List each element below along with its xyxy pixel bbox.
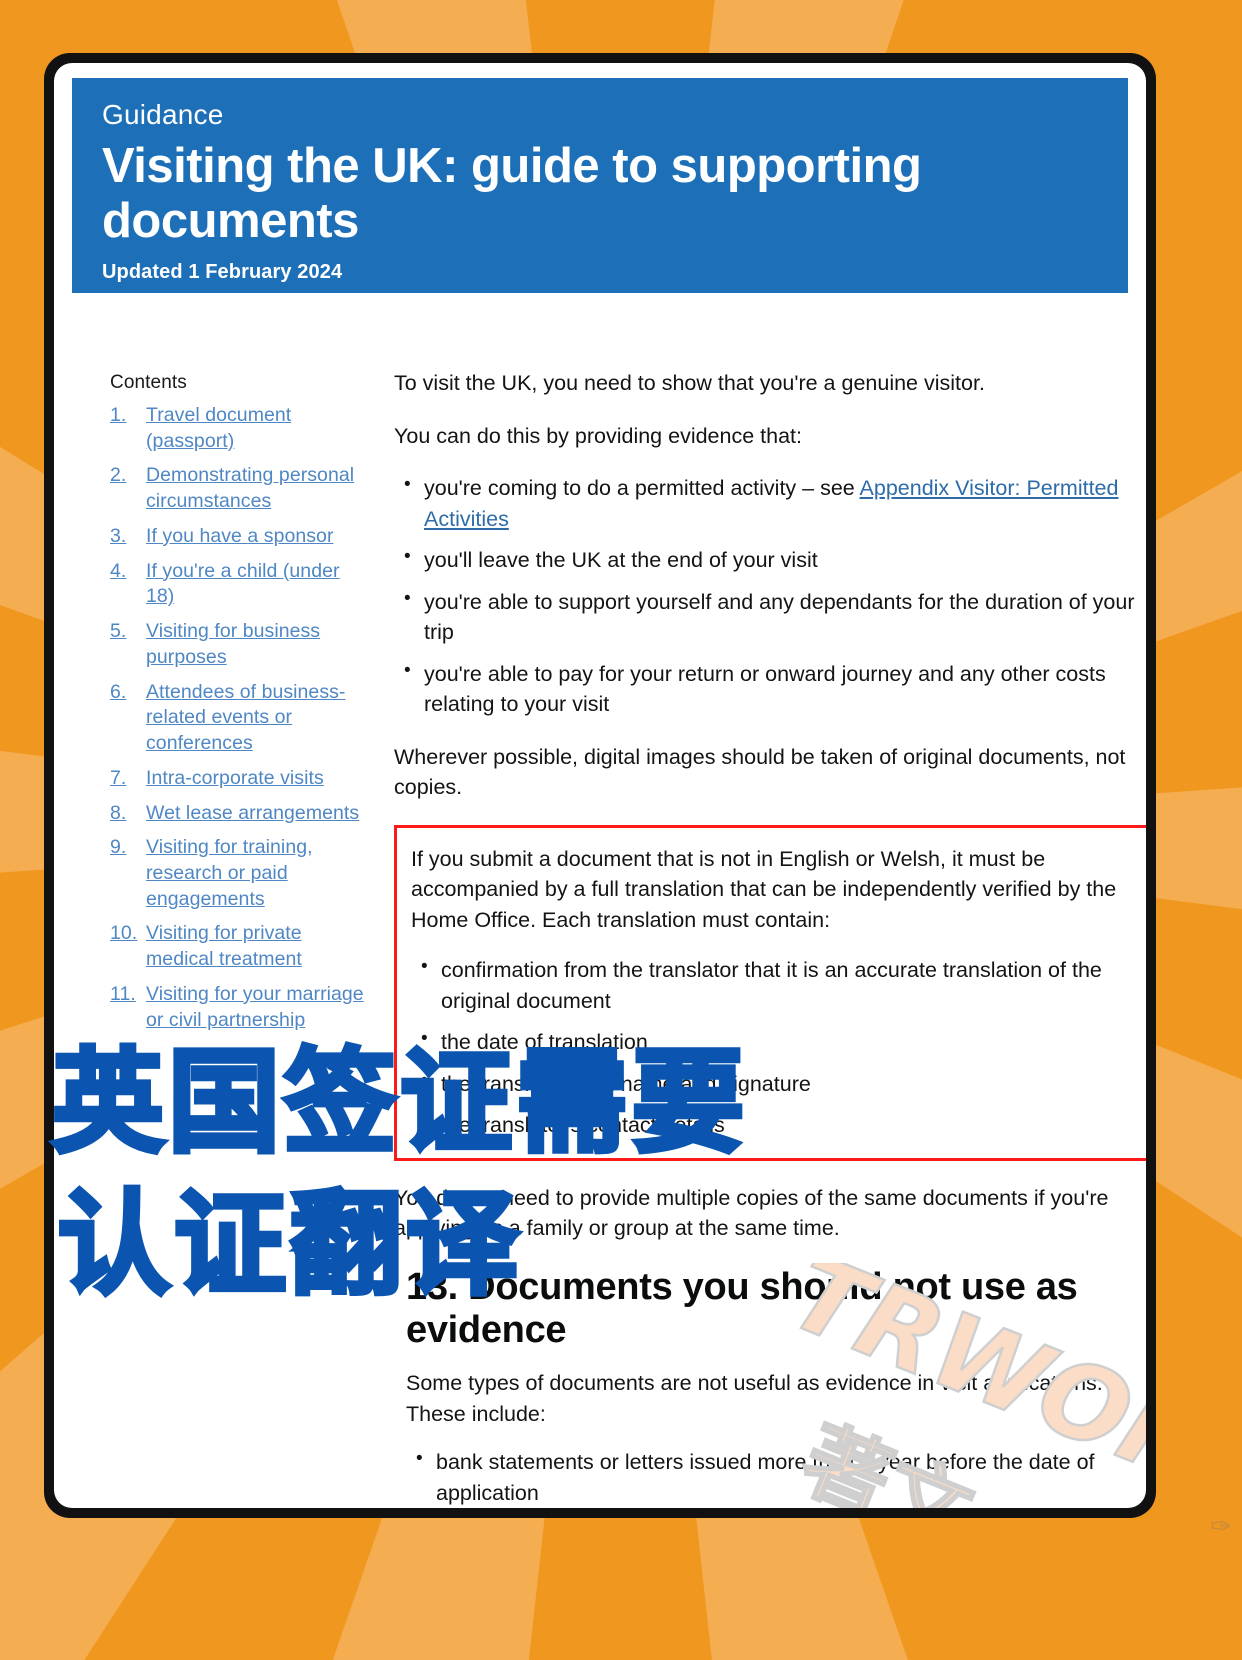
contents-item-number: 1. <box>110 404 127 426</box>
contents-item-8[interactable]: 8. Wet lease arrangements <box>110 801 372 827</box>
callout-bullet-date: the date of translation <box>411 1026 1139 1058</box>
contents-item-number: 3. <box>110 524 127 547</box>
contents-item-number: 2. <box>110 464 127 487</box>
contents-list: 1. Travel document (passport) 2. Demonstrat… <box>110 403 372 1032</box>
section-13-body: Some types of documents are not useful a… <box>406 1368 1146 1508</box>
section-13-intro-paragraph: Some types of documents are not useful a… <box>406 1371 1103 1426</box>
evidence-bullet-leave-uk: you'll leave the UK at the end of your v… <box>394 544 1146 576</box>
contents-item-1[interactable]: 1. Travel document (passport) <box>110 403 372 454</box>
contents-item-label: Visiting for your marriage or civil part… <box>146 982 364 1031</box>
contents-item-label: If you're a child (under 18) <box>146 559 340 608</box>
evidence-bullet-prefix: you're coming to do a permitted activity… <box>424 476 860 501</box>
contents-item-11[interactable]: 11. Visiting for your marriage or civil p… <box>110 982 372 1032</box>
page-title: Visiting the UK: guide to supporting doc… <box>102 138 922 248</box>
callout-intro-paragraph: If you submit a document that is not in … <box>411 846 1117 932</box>
contents-item-number: 8. <box>110 801 127 824</box>
contents-item-number: 5. <box>110 620 127 643</box>
contents-item-4[interactable]: 4. If you're a child (under 18) <box>110 559 372 610</box>
page-header: Guidance Visiting the UK: guide to suppo… <box>72 78 1128 293</box>
contents-item-number: 6. <box>110 680 127 703</box>
device-frame: Guidance Visiting the UK: guide to suppo… <box>44 53 1156 1518</box>
contents-item-label: Visiting for business purposes <box>146 620 321 668</box>
intro-paragraph: To visit the UK, you need to show that y… <box>394 371 985 395</box>
updated-date: Updated 1 February 2024 <box>102 260 343 283</box>
contents-item-9[interactable]: 9. Visiting for training, research or pai… <box>110 835 372 912</box>
callout-bullet-contact-details: the translator's contact details <box>411 1109 1139 1141</box>
evidence-bullet-support-yourself: you're able to support yourself and any … <box>394 586 1146 648</box>
contents-item-label: Visiting for training, research or paid … <box>146 836 313 910</box>
contents-item-label: Visiting for private medical treatment <box>146 922 302 971</box>
contents-item-number: 11. <box>110 982 136 1005</box>
contents-item-label: Wet lease arrangements <box>146 801 360 824</box>
contents-item-number: 9. <box>110 836 127 859</box>
section-13-bullet-1: bank statements or letters issued more t… <box>406 1446 1146 1508</box>
corner-mark-icon: ✑ <box>1210 1512 1232 1542</box>
callout-bullet-list: confirmation from the translator that it… <box>411 954 1139 1141</box>
contents-sidebar: Contents 1. Travel document (passport) 2. D… <box>110 372 372 1032</box>
contents-item-label: Attendees of business-related events or … <box>146 680 346 755</box>
contents-item-6[interactable]: 6. Attendees of business-related events o… <box>110 680 372 757</box>
contents-item-3[interactable]: 3. If you have a sponsor <box>110 524 372 550</box>
callout-bullet-confirmation: confirmation from the translator that it… <box>411 954 1139 1016</box>
callout-bullet-name-signature: the translator's full name and signature <box>411 1068 1139 1100</box>
digital-images-paragraph: Wherever possible, digital images should… <box>394 744 1126 800</box>
contents-item-label: Demonstrating personal circumstances <box>146 464 355 513</box>
guidance-label: Guidance <box>102 99 224 130</box>
main-content: To visit the UK, you need to show that y… <box>394 368 1146 1508</box>
contents-item-7[interactable]: 7. Intra-corporate visits <box>110 766 372 792</box>
evidence-bullet-pay-return: you're able to pay for your return or on… <box>394 658 1146 720</box>
evidence-bullet-permitted-activity: you're coming to do a permitted activity… <box>394 472 1146 534</box>
contents-item-label: Intra-corporate visits <box>146 766 324 789</box>
contents-item-2[interactable]: 2. Demonstrating personal circumstances <box>110 463 372 514</box>
contents-item-number: 7. <box>110 766 127 789</box>
device-screen: Guidance Visiting the UK: guide to suppo… <box>54 63 1146 1508</box>
translation-requirements-callout: If you submit a document that is not in … <box>394 824 1146 1161</box>
contents-item-number: 10. <box>110 922 138 945</box>
contents-item-number: 4. <box>110 559 127 582</box>
evidence-bullet-list: you're coming to do a permitted activity… <box>394 472 1146 720</box>
contents-item-label: Travel document (passport) <box>146 404 292 452</box>
section-13-bullet-list: bank statements or letters issued more t… <box>406 1446 1146 1508</box>
evidence-lead-paragraph: You can do this by providing evidence th… <box>394 423 802 448</box>
multiple-copies-paragraph: You do not need to provide multiple copi… <box>394 1185 1109 1241</box>
contents-item-label: If you have a sponsor <box>146 524 334 547</box>
contents-heading: Contents <box>110 372 187 393</box>
contents-item-10[interactable]: 10. Visiting for private medical treatmen… <box>110 921 372 972</box>
section-13-heading: 13. Documents you should not use as evid… <box>406 1265 1078 1352</box>
contents-item-5[interactable]: 5. Visiting for business purposes <box>110 619 372 670</box>
